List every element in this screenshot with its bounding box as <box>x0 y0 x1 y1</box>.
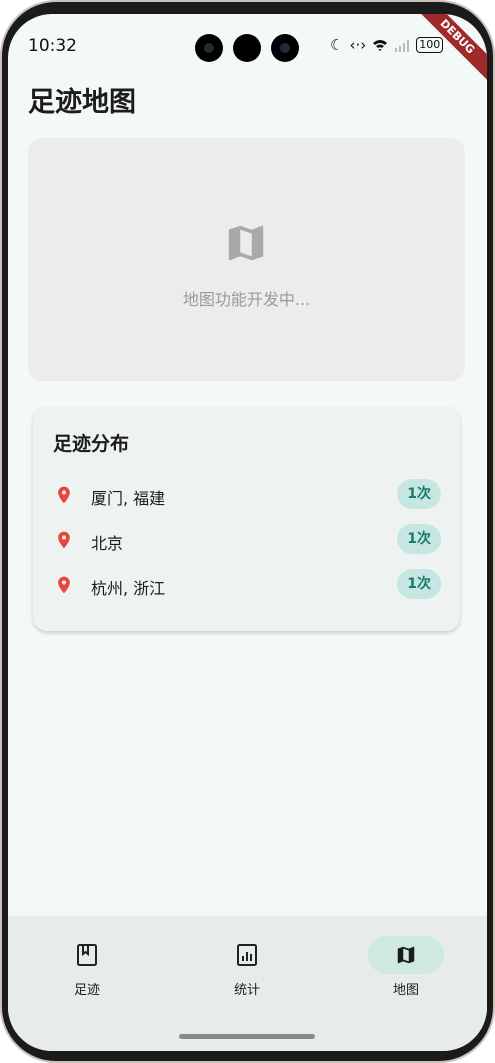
count-badge: 1次 <box>397 479 441 509</box>
place-name: 杭州, 浙江 <box>91 579 166 598</box>
chart-icon <box>237 944 257 966</box>
list-item[interactable]: 北京 1次 <box>33 521 460 561</box>
distribution-card: 足迹分布 厦门, 福建 1次 北京 1次 杭州, 浙江 1次 <box>33 407 460 631</box>
map-placeholder: 地图功能开发中... <box>28 138 465 381</box>
location-pin-icon <box>58 531 70 549</box>
page-title: 足迹地图 <box>28 87 136 118</box>
nav-label: 地图 <box>392 983 419 998</box>
list-item[interactable]: 厦门, 福建 1次 <box>33 476 460 516</box>
status-time: 10:32 <box>28 36 77 56</box>
bottom-nav: 足迹 统计 地图 <box>8 916 487 1051</box>
status-bar: 10:32 ☾ ‹·› 100 DEBUG <box>8 14 487 86</box>
data-transfer-icon: ‹·› <box>349 36 367 54</box>
app-screen: 10:32 ☾ ‹·› 100 DEBUG 足迹地图 地图功能开发中... 足迹… <box>8 14 487 1051</box>
nav-label: 足迹 <box>73 983 100 998</box>
nav-label: 统计 <box>233 983 260 998</box>
status-icons: ☾ ‹·› 100 <box>330 36 444 54</box>
camera-cutout <box>233 34 261 62</box>
camera-icon <box>271 34 299 62</box>
signal-icon <box>395 39 410 52</box>
list-item[interactable]: 杭州, 浙江 1次 <box>33 566 460 606</box>
camera-icon <box>195 34 223 62</box>
wifi-icon <box>373 39 388 51</box>
count-badge: 1次 <box>397 569 441 599</box>
nav-item-footprints[interactable]: 足迹 <box>27 936 147 1006</box>
nav-item-stats[interactable]: 统计 <box>187 936 307 1006</box>
map-icon <box>397 946 415 964</box>
home-indicator[interactable] <box>179 1034 315 1039</box>
location-pin-icon <box>58 486 70 504</box>
moon-icon: ☾ <box>330 36 344 54</box>
battery-icon: 100 <box>416 37 444 53</box>
nav-item-map[interactable]: 地图 <box>346 936 466 1006</box>
location-pin-icon <box>58 576 70 594</box>
count-badge: 1次 <box>397 524 441 554</box>
map-icon <box>228 225 264 261</box>
place-name: 北京 <box>91 534 124 553</box>
place-name: 厦门, 福建 <box>91 489 166 508</box>
book-icon <box>77 944 97 966</box>
map-placeholder-text: 地图功能开发中... <box>182 290 311 309</box>
distribution-title: 足迹分布 <box>53 433 130 455</box>
